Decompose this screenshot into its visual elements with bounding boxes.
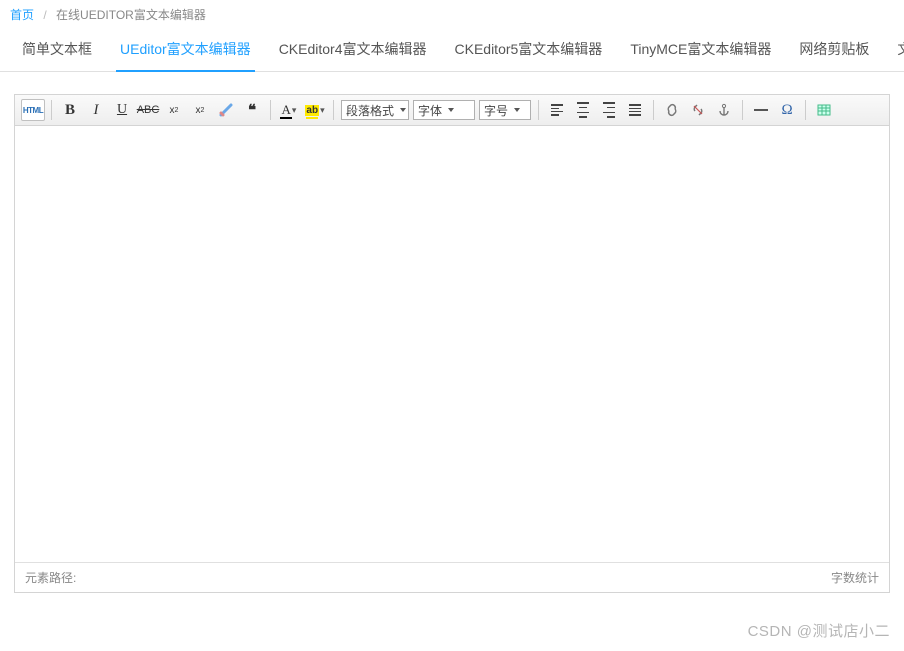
anchor-button[interactable] — [712, 99, 736, 121]
ueditor-container: HTML B I U ABC x2 x2 ❝ A▾ ab▾ 段落格式 字体 字号 — [14, 94, 890, 593]
align-justify-button[interactable] — [623, 99, 647, 121]
tab-simple-text[interactable]: 简单文本框 — [8, 29, 106, 71]
toolbar-separator — [538, 100, 539, 120]
breadcrumb-separator: / — [43, 8, 46, 22]
tab-tinymce[interactable]: TinyMCE富文本编辑器 — [616, 29, 785, 71]
paragraph-select[interactable]: 段落格式 — [341, 100, 409, 120]
tab-clipboard[interactable]: 网络剪贴板 — [785, 29, 883, 71]
toolbar-separator — [805, 100, 806, 120]
tab-ckeditor5[interactable]: CKEditor5富文本编辑器 — [441, 29, 617, 71]
breadcrumb-home[interactable]: 首页 — [10, 8, 34, 22]
tab-textpai[interactable]: 文本派-极 — [883, 29, 904, 71]
tab-ckeditor4[interactable]: CKEditor4富文本编辑器 — [265, 29, 441, 71]
toolbar-separator — [51, 100, 52, 120]
subscript-button[interactable]: x2 — [188, 99, 212, 121]
word-count-label[interactable]: 字数统计 — [831, 569, 879, 586]
fontfamily-label: 字体 — [418, 102, 442, 119]
fontsize-label: 字号 — [484, 102, 508, 119]
bold-button[interactable]: B — [58, 99, 82, 121]
element-path-label: 元素路径: — [25, 569, 76, 586]
breadcrumb-current: 在线UEDITOR富文本编辑器 — [56, 8, 206, 22]
forecolor-button[interactable]: A▾ — [277, 99, 301, 121]
blockquote-button[interactable]: ❝ — [240, 99, 264, 121]
superscript-button[interactable]: x2 — [162, 99, 186, 121]
toolbar-separator — [333, 100, 334, 120]
fontsize-select[interactable]: 字号 — [479, 100, 531, 120]
align-left-button[interactable] — [545, 99, 569, 121]
italic-button[interactable]: I — [84, 99, 108, 121]
remove-format-button[interactable] — [214, 99, 238, 121]
editor-footer: 元素路径: 字数统计 — [15, 562, 889, 592]
breadcrumb: 首页 / 在线UEDITOR富文本编辑器 — [0, 0, 904, 29]
strikethrough-button[interactable]: ABC — [136, 99, 160, 121]
underline-button[interactable]: U — [110, 99, 134, 121]
link-button[interactable] — [660, 99, 684, 121]
toolbar-separator — [653, 100, 654, 120]
toolbar-separator — [742, 100, 743, 120]
tabs: 简单文本框 UEditor富文本编辑器 CKEditor4富文本编辑器 CKEd… — [0, 29, 904, 72]
align-center-button[interactable] — [571, 99, 595, 121]
watermark: CSDN @测试店小二 — [748, 620, 890, 641]
special-char-button[interactable]: Ω — [775, 99, 799, 121]
paragraph-label: 段落格式 — [346, 102, 394, 119]
align-right-button[interactable] — [597, 99, 621, 121]
editor-body[interactable] — [15, 126, 889, 562]
source-button[interactable]: HTML — [21, 99, 45, 121]
toolbar-separator — [270, 100, 271, 120]
backcolor-button[interactable]: ab▾ — [303, 99, 327, 121]
horizontal-rule-button[interactable] — [749, 99, 773, 121]
tab-ueditor[interactable]: UEditor富文本编辑器 — [106, 29, 265, 71]
fontfamily-select[interactable]: 字体 — [413, 100, 475, 120]
insert-table-button[interactable] — [812, 99, 836, 121]
editor-toolbar: HTML B I U ABC x2 x2 ❝ A▾ ab▾ 段落格式 字体 字号 — [15, 95, 889, 126]
unlink-button[interactable] — [686, 99, 710, 121]
